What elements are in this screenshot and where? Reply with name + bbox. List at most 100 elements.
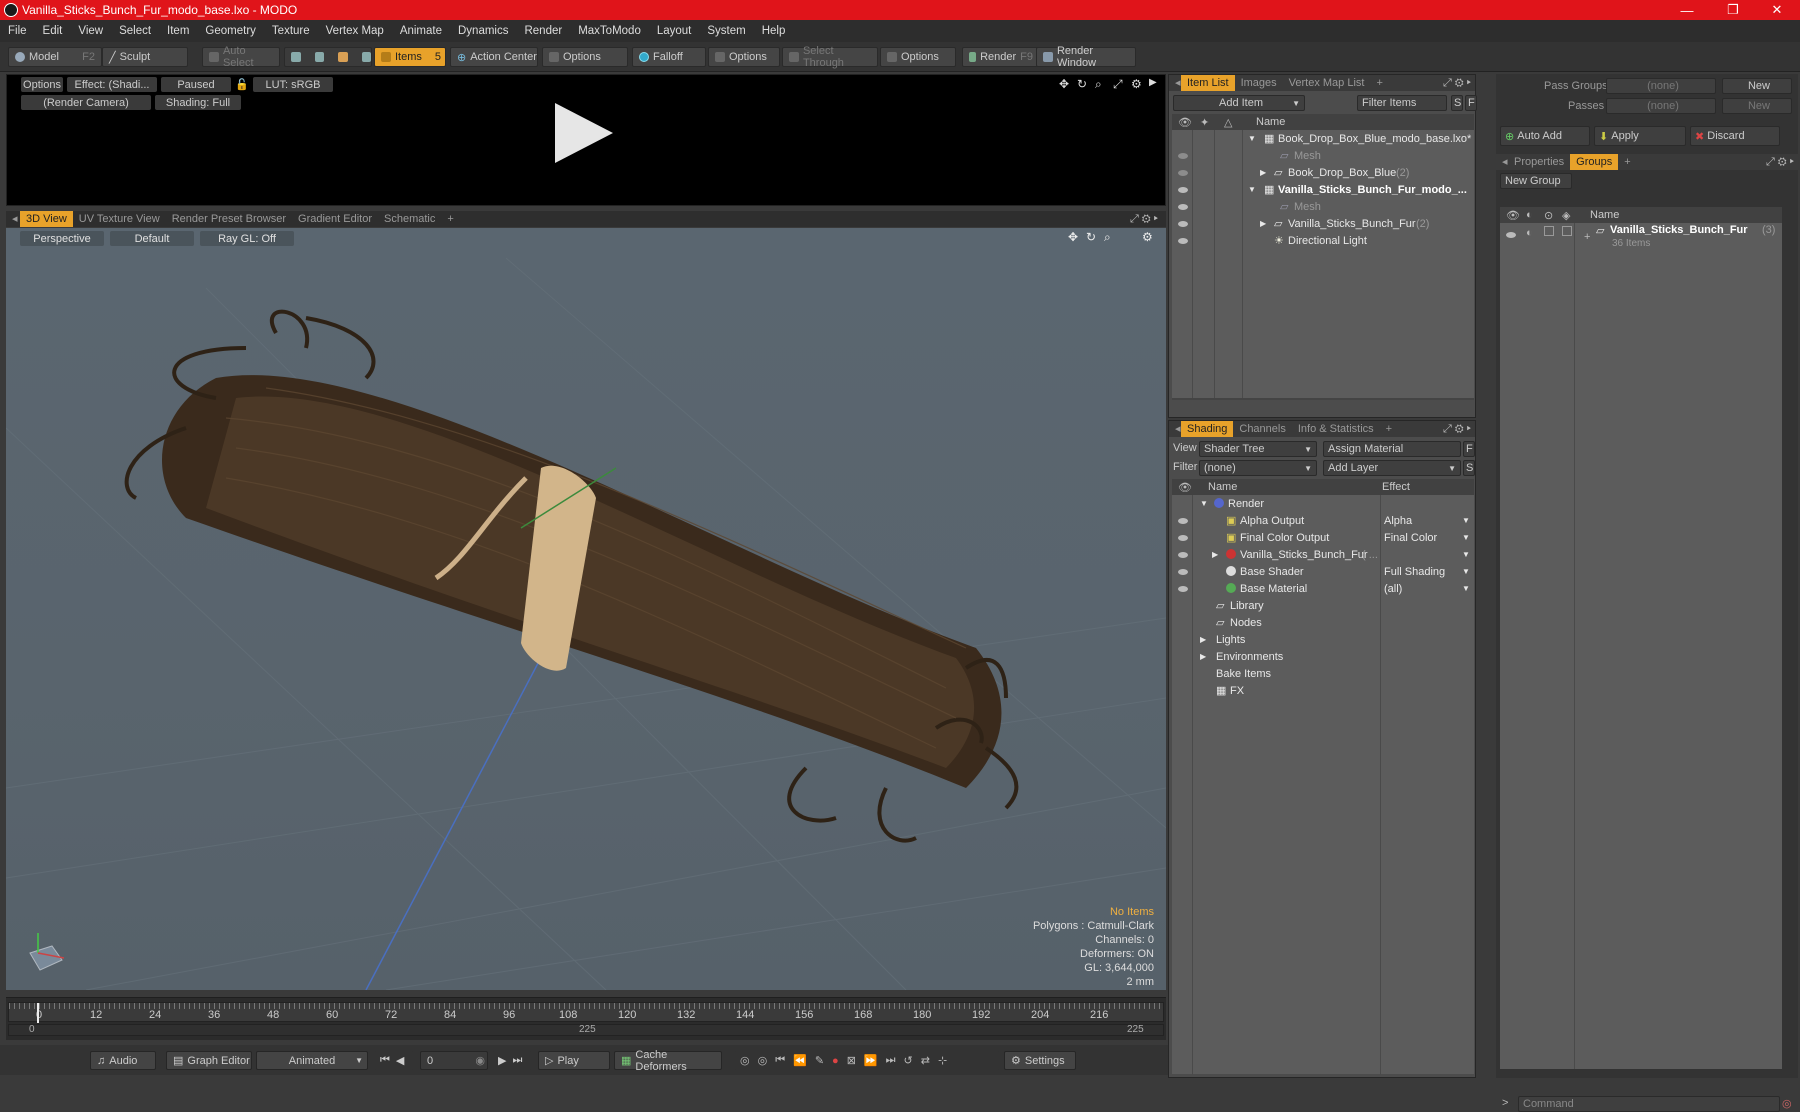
animated-dropdown[interactable]: Animated ▼ xyxy=(256,1051,368,1070)
chevron-down-icon[interactable]: ▼ xyxy=(1462,584,1470,593)
eye-icon[interactable] xyxy=(1178,238,1188,244)
list-item[interactable]: ▼ ▦ Vanilla_Sticks_Bunch_Fur_modo_... xyxy=(1172,181,1474,198)
panel-grip-icon[interactable]: ◂ xyxy=(1169,75,1181,91)
menu-vertex-map[interactable]: Vertex Map xyxy=(318,25,392,37)
chevron-down-icon[interactable]: ▼ xyxy=(1462,533,1470,542)
audio-button[interactable]: ♫ Audio xyxy=(90,1051,156,1070)
search-toggle[interactable]: S xyxy=(1451,95,1463,111)
menu-system[interactable]: System xyxy=(699,25,753,37)
menu-layout[interactable]: Layout xyxy=(649,25,700,37)
range-bar[interactable]: 0 225 225 xyxy=(8,1024,1164,1036)
prev-key-icon[interactable]: ⏮ xyxy=(775,1054,785,1067)
render-button[interactable]: Render F9 xyxy=(962,47,1038,67)
eye-icon[interactable] xyxy=(1178,518,1188,524)
eye-icon[interactable] xyxy=(1178,586,1188,592)
chevron-down-icon[interactable]: ▼ xyxy=(1248,185,1256,194)
raygl-toggle[interactable]: Ray GL: Off xyxy=(200,231,294,246)
chevron-right-icon[interactable]: ▶ xyxy=(1260,168,1266,177)
chevron-down-icon[interactable]: ▼ xyxy=(1462,550,1470,559)
pass-groups-dropdown[interactable]: (none) xyxy=(1606,78,1716,94)
list-item[interactable]: ▱ Mesh xyxy=(1172,147,1474,164)
list-item[interactable]: ▱ Mesh xyxy=(1172,198,1474,215)
filter-dropdown[interactable]: (none) ▼ xyxy=(1199,460,1317,476)
tab-properties[interactable]: Properties xyxy=(1508,154,1570,170)
zoom-icon[interactable]: ⌕ xyxy=(1095,77,1102,92)
new-pass-group-button[interactable]: New xyxy=(1722,78,1792,94)
eye-icon[interactable] xyxy=(1178,170,1188,176)
timeline-ruler[interactable]: 0 12 24 36 48 60 72 84 96 108 120 132 14… xyxy=(8,1002,1164,1023)
rotate-icon[interactable]: ↻ xyxy=(1077,77,1087,91)
shader-row-library[interactable]: ▱ Library xyxy=(1172,597,1474,614)
effect-dropdown[interactable]: Effect: (Shadi... xyxy=(67,77,157,92)
sculpt-mode-button[interactable]: ╱ Sculpt xyxy=(102,47,188,67)
polygons-mode-icon[interactable] xyxy=(338,52,348,62)
chevron-right-icon[interactable]: ▶ xyxy=(1212,550,1218,559)
filter-toggle[interactable]: F xyxy=(1465,95,1477,111)
tab-item-list[interactable]: Item List xyxy=(1181,75,1235,91)
zoom-icon[interactable]: ⌕ xyxy=(1104,230,1111,245)
next-key-step-icon[interactable]: ⏩ xyxy=(864,1054,878,1067)
panel-controls-icon[interactable]: ⤢ ⚙ ▸ xyxy=(1766,156,1794,169)
minimize-button[interactable]: — xyxy=(1664,0,1710,20)
shader-row-nodes[interactable]: ▱ Nodes xyxy=(1172,614,1474,631)
shader-row-base-material[interactable]: Base Material (all) ▼ xyxy=(1172,580,1474,597)
panel-controls-icon[interactable]: ⤢ ⚙ ▸ xyxy=(1443,423,1471,436)
menu-texture[interactable]: Texture xyxy=(264,25,318,37)
menu-geometry[interactable]: Geometry xyxy=(197,25,264,37)
add-tab-button[interactable]: + xyxy=(441,211,459,227)
delete-key-icon[interactable]: ⊠ xyxy=(847,1054,856,1067)
auto-key-icon[interactable]: ✎ xyxy=(815,1054,824,1067)
chevron-down-icon[interactable]: ▼ xyxy=(1462,567,1470,576)
skip-to-end-icon[interactable]: ⏭ xyxy=(512,1054,522,1067)
select-checkbox[interactable] xyxy=(1562,226,1572,236)
list-item[interactable]: ▶ ▱ Vanilla_Sticks_Bunch_Fur (2) xyxy=(1172,215,1474,232)
chevron-down-icon[interactable]: ▼ xyxy=(1200,499,1208,508)
play-button[interactable]: ▷ Play xyxy=(538,1051,610,1070)
passes-dropdown[interactable]: (none) xyxy=(1606,98,1716,114)
eye-icon[interactable] xyxy=(1506,232,1516,238)
menu-render[interactable]: Render xyxy=(516,25,570,37)
record-icon[interactable]: ● xyxy=(832,1055,839,1067)
tab-gradient-editor[interactable]: Gradient Editor xyxy=(292,211,378,227)
eye-icon[interactable] xyxy=(1178,153,1188,159)
cache-deformers-button[interactable]: ▦ Cache Deformers xyxy=(614,1049,722,1073)
shader-row-effect[interactable]: Final Color xyxy=(1384,532,1437,544)
shader-row-bake-items[interactable]: Bake Items xyxy=(1172,665,1474,682)
shader-row-alpha-output[interactable]: ▣ Alpha Output Alpha ▼ xyxy=(1172,512,1474,529)
shader-row-effect[interactable]: (all) xyxy=(1384,583,1402,595)
filter-toggle[interactable]: F xyxy=(1463,441,1475,457)
filter-items-field[interactable]: Filter Items xyxy=(1357,95,1447,111)
frame-field[interactable]: 0 ◉ xyxy=(420,1051,488,1070)
tab-schematic[interactable]: Schematic xyxy=(378,211,441,227)
tab-images[interactable]: Images xyxy=(1235,75,1283,91)
add-tab-button[interactable]: + xyxy=(1370,75,1388,91)
panel-controls-icon[interactable]: ⤢ ⚙ ▸ xyxy=(1443,77,1471,90)
graph-editor-button[interactable]: ▤ Graph Editor xyxy=(166,1051,252,1070)
shader-row-material-group[interactable]: ▶ Vanilla_Sticks_Bunch_Fur ( ... ▼ xyxy=(1172,546,1474,563)
tab-info-statistics[interactable]: Info & Statistics xyxy=(1292,421,1380,437)
shader-row-effect[interactable]: Alpha xyxy=(1384,515,1412,527)
shader-row-effect[interactable]: Full Shading xyxy=(1384,566,1445,578)
menu-edit[interactable]: Edit xyxy=(35,25,71,37)
assign-material-button[interactable]: Assign Material xyxy=(1323,441,1461,457)
tab-groups[interactable]: Groups xyxy=(1570,154,1619,170)
close-button[interactable]: ✕ xyxy=(1754,0,1800,20)
shader-row-fx[interactable]: ▦ FX xyxy=(1172,682,1474,699)
tab-channels[interactable]: Channels xyxy=(1233,421,1291,437)
tab-uv-texture-view[interactable]: UV Texture View xyxy=(73,211,166,227)
add-item-dropdown[interactable]: Add Item ▼ xyxy=(1173,95,1305,111)
lut-dropdown[interactable]: LUT: sRGB xyxy=(253,77,333,92)
tab-vertex-map-list[interactable]: Vertex Map List xyxy=(1283,75,1371,91)
tab-shading[interactable]: Shading xyxy=(1181,421,1234,437)
expand-plus-icon[interactable]: + xyxy=(1584,231,1590,243)
settings-button[interactable]: ⚙ Settings xyxy=(1004,1051,1076,1070)
perspective-dropdown[interactable]: Perspective xyxy=(20,231,104,246)
select-through-button[interactable]: Select Through xyxy=(782,45,878,69)
menu-animate[interactable]: Animate xyxy=(392,25,450,37)
menu-file[interactable]: File xyxy=(0,25,35,37)
step-back-icon[interactable]: ◀ xyxy=(396,1054,404,1067)
paused-toggle[interactable]: Paused xyxy=(161,77,231,92)
shader-row-lights[interactable]: ▶ Lights xyxy=(1172,631,1474,648)
tab-3d-view[interactable]: 3D View xyxy=(20,211,73,227)
panel-grip-icon[interactable]: ◂ xyxy=(6,211,20,227)
